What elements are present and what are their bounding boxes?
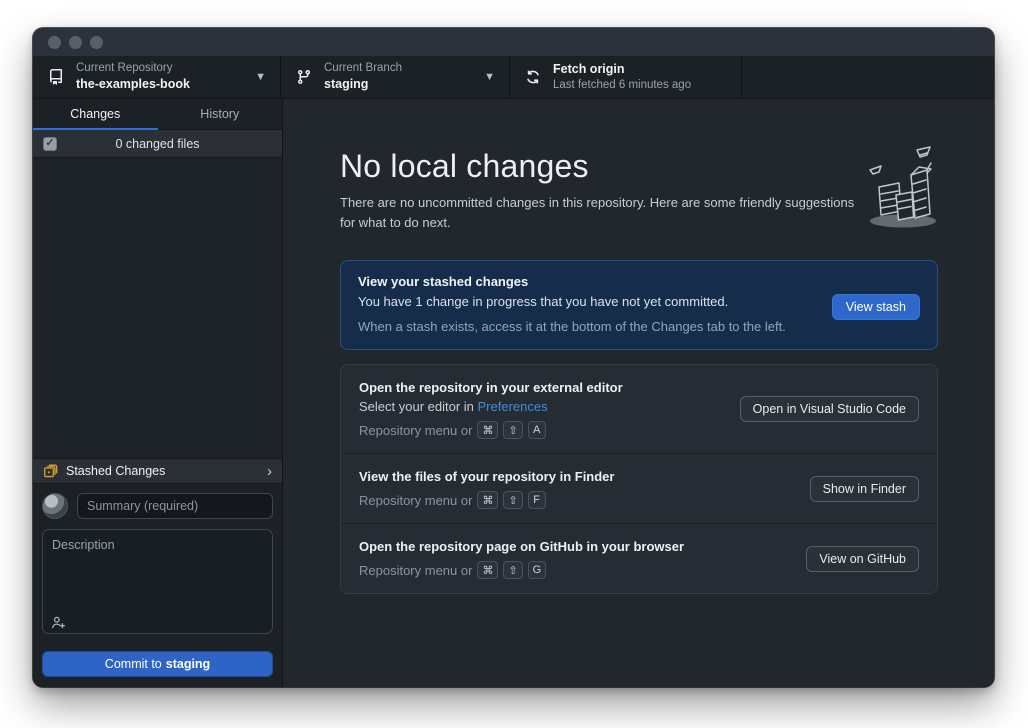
changed-files-count: 0 changed files (33, 137, 282, 151)
current-branch-label: Current Branch (324, 61, 402, 76)
show-in-finder-button[interactable]: Show in Finder (810, 476, 919, 502)
git-branch-icon (296, 69, 312, 85)
current-branch-value: staging (324, 76, 402, 92)
key-shift: ⇧ (503, 421, 522, 439)
chevron-right-icon: › (267, 464, 272, 479)
repo-icon (48, 69, 64, 85)
key-letter: F (528, 491, 546, 509)
open-in-editor-button[interactable]: Open in Visual Studio Code (740, 396, 919, 422)
key-shift: ⇧ (503, 491, 522, 509)
view-on-github-button[interactable]: View on GitHub (806, 546, 919, 572)
app-window: Current Repository the-examples-book ▼ C… (33, 28, 994, 687)
key-command: ⌘ (477, 491, 498, 509)
current-branch-dropdown[interactable]: Current Branch staging ▼ (281, 56, 510, 98)
minimize-window-button[interactable] (69, 36, 82, 49)
suggestions-list: Open the repository in your external edi… (340, 364, 938, 594)
commit-summary-input[interactable] (77, 493, 273, 519)
preferences-link[interactable]: Preferences (478, 399, 548, 414)
stash-banner-hint: When a stash exists, access it at the bo… (358, 319, 921, 334)
fetch-origin-label: Fetch origin (553, 61, 691, 77)
stash-banner: View your stashed changes You have 1 cha… (340, 260, 938, 350)
toolbar: Current Repository the-examples-book ▼ C… (33, 56, 994, 99)
no-changes-illustration (862, 145, 944, 231)
add-coauthor-icon[interactable] (51, 615, 66, 630)
suggestion-title: Open the repository in your external edi… (359, 380, 919, 395)
current-repository-value: the-examples-book (76, 76, 190, 92)
tab-changes[interactable]: Changes (33, 99, 158, 129)
shortcut-prefix: Repository menu or (359, 493, 472, 508)
key-shift: ⇧ (503, 561, 522, 579)
commit-description-input[interactable] (42, 529, 273, 634)
commit-button[interactable]: Commit to staging (42, 651, 273, 677)
shortcut-hint: Repository menu or ⌘ ⇧ A (359, 421, 919, 439)
shortcut-prefix: Repository menu or (359, 563, 472, 578)
chevron-down-icon: ▼ (464, 71, 495, 83)
key-command: ⌘ (477, 561, 498, 579)
stash-banner-title: View your stashed changes (358, 274, 921, 289)
changed-files-list (33, 158, 282, 458)
stack-icon (43, 464, 58, 479)
suggestion-view-on-github: Open the repository page on GitHub in yo… (341, 523, 937, 593)
fetch-origin-button[interactable]: Fetch origin Last fetched 6 minutes ago (510, 56, 742, 98)
key-command: ⌘ (477, 421, 498, 439)
suggestion-line-text: Select your editor in (359, 399, 478, 414)
stashed-changes-label: Stashed Changes (66, 464, 165, 478)
current-repository-dropdown[interactable]: Current Repository the-examples-book ▼ (33, 56, 281, 98)
suggestion-open-external-editor: Open the repository in your external edi… (341, 365, 937, 453)
view-stash-button[interactable]: View stash (832, 294, 920, 320)
maximize-window-button[interactable] (90, 36, 103, 49)
commit-form: Commit to staging (33, 484, 282, 687)
page-subtitle: There are no uncommitted changes in this… (340, 193, 865, 233)
sync-icon (525, 69, 541, 85)
key-letter: G (528, 561, 547, 579)
shortcut-prefix: Repository menu or (359, 423, 472, 438)
key-letter: A (528, 421, 546, 439)
sidebar: Changes History ✓ 0 changed files Stashe… (33, 99, 283, 687)
tab-history[interactable]: History (158, 99, 283, 129)
changed-files-row[interactable]: ✓ 0 changed files (33, 130, 282, 158)
suggestion-show-in-finder: View the files of your repository in Fin… (341, 453, 937, 523)
fetch-origin-sublabel: Last fetched 6 minutes ago (553, 78, 691, 93)
current-repository-label: Current Repository (76, 61, 190, 76)
commit-button-branch: staging (166, 657, 210, 671)
sidebar-tabbar: Changes History (33, 99, 282, 130)
page-title: No local changes (340, 148, 938, 185)
avatar (42, 493, 68, 519)
close-window-button[interactable] (48, 36, 61, 49)
main-panel: No local changes There are no uncommitte… (283, 99, 994, 687)
commit-button-prefix: Commit to (105, 657, 162, 671)
title-bar (33, 28, 994, 56)
stashed-changes-row[interactable]: Stashed Changes › (33, 458, 282, 484)
chevron-down-icon: ▼ (235, 71, 266, 83)
